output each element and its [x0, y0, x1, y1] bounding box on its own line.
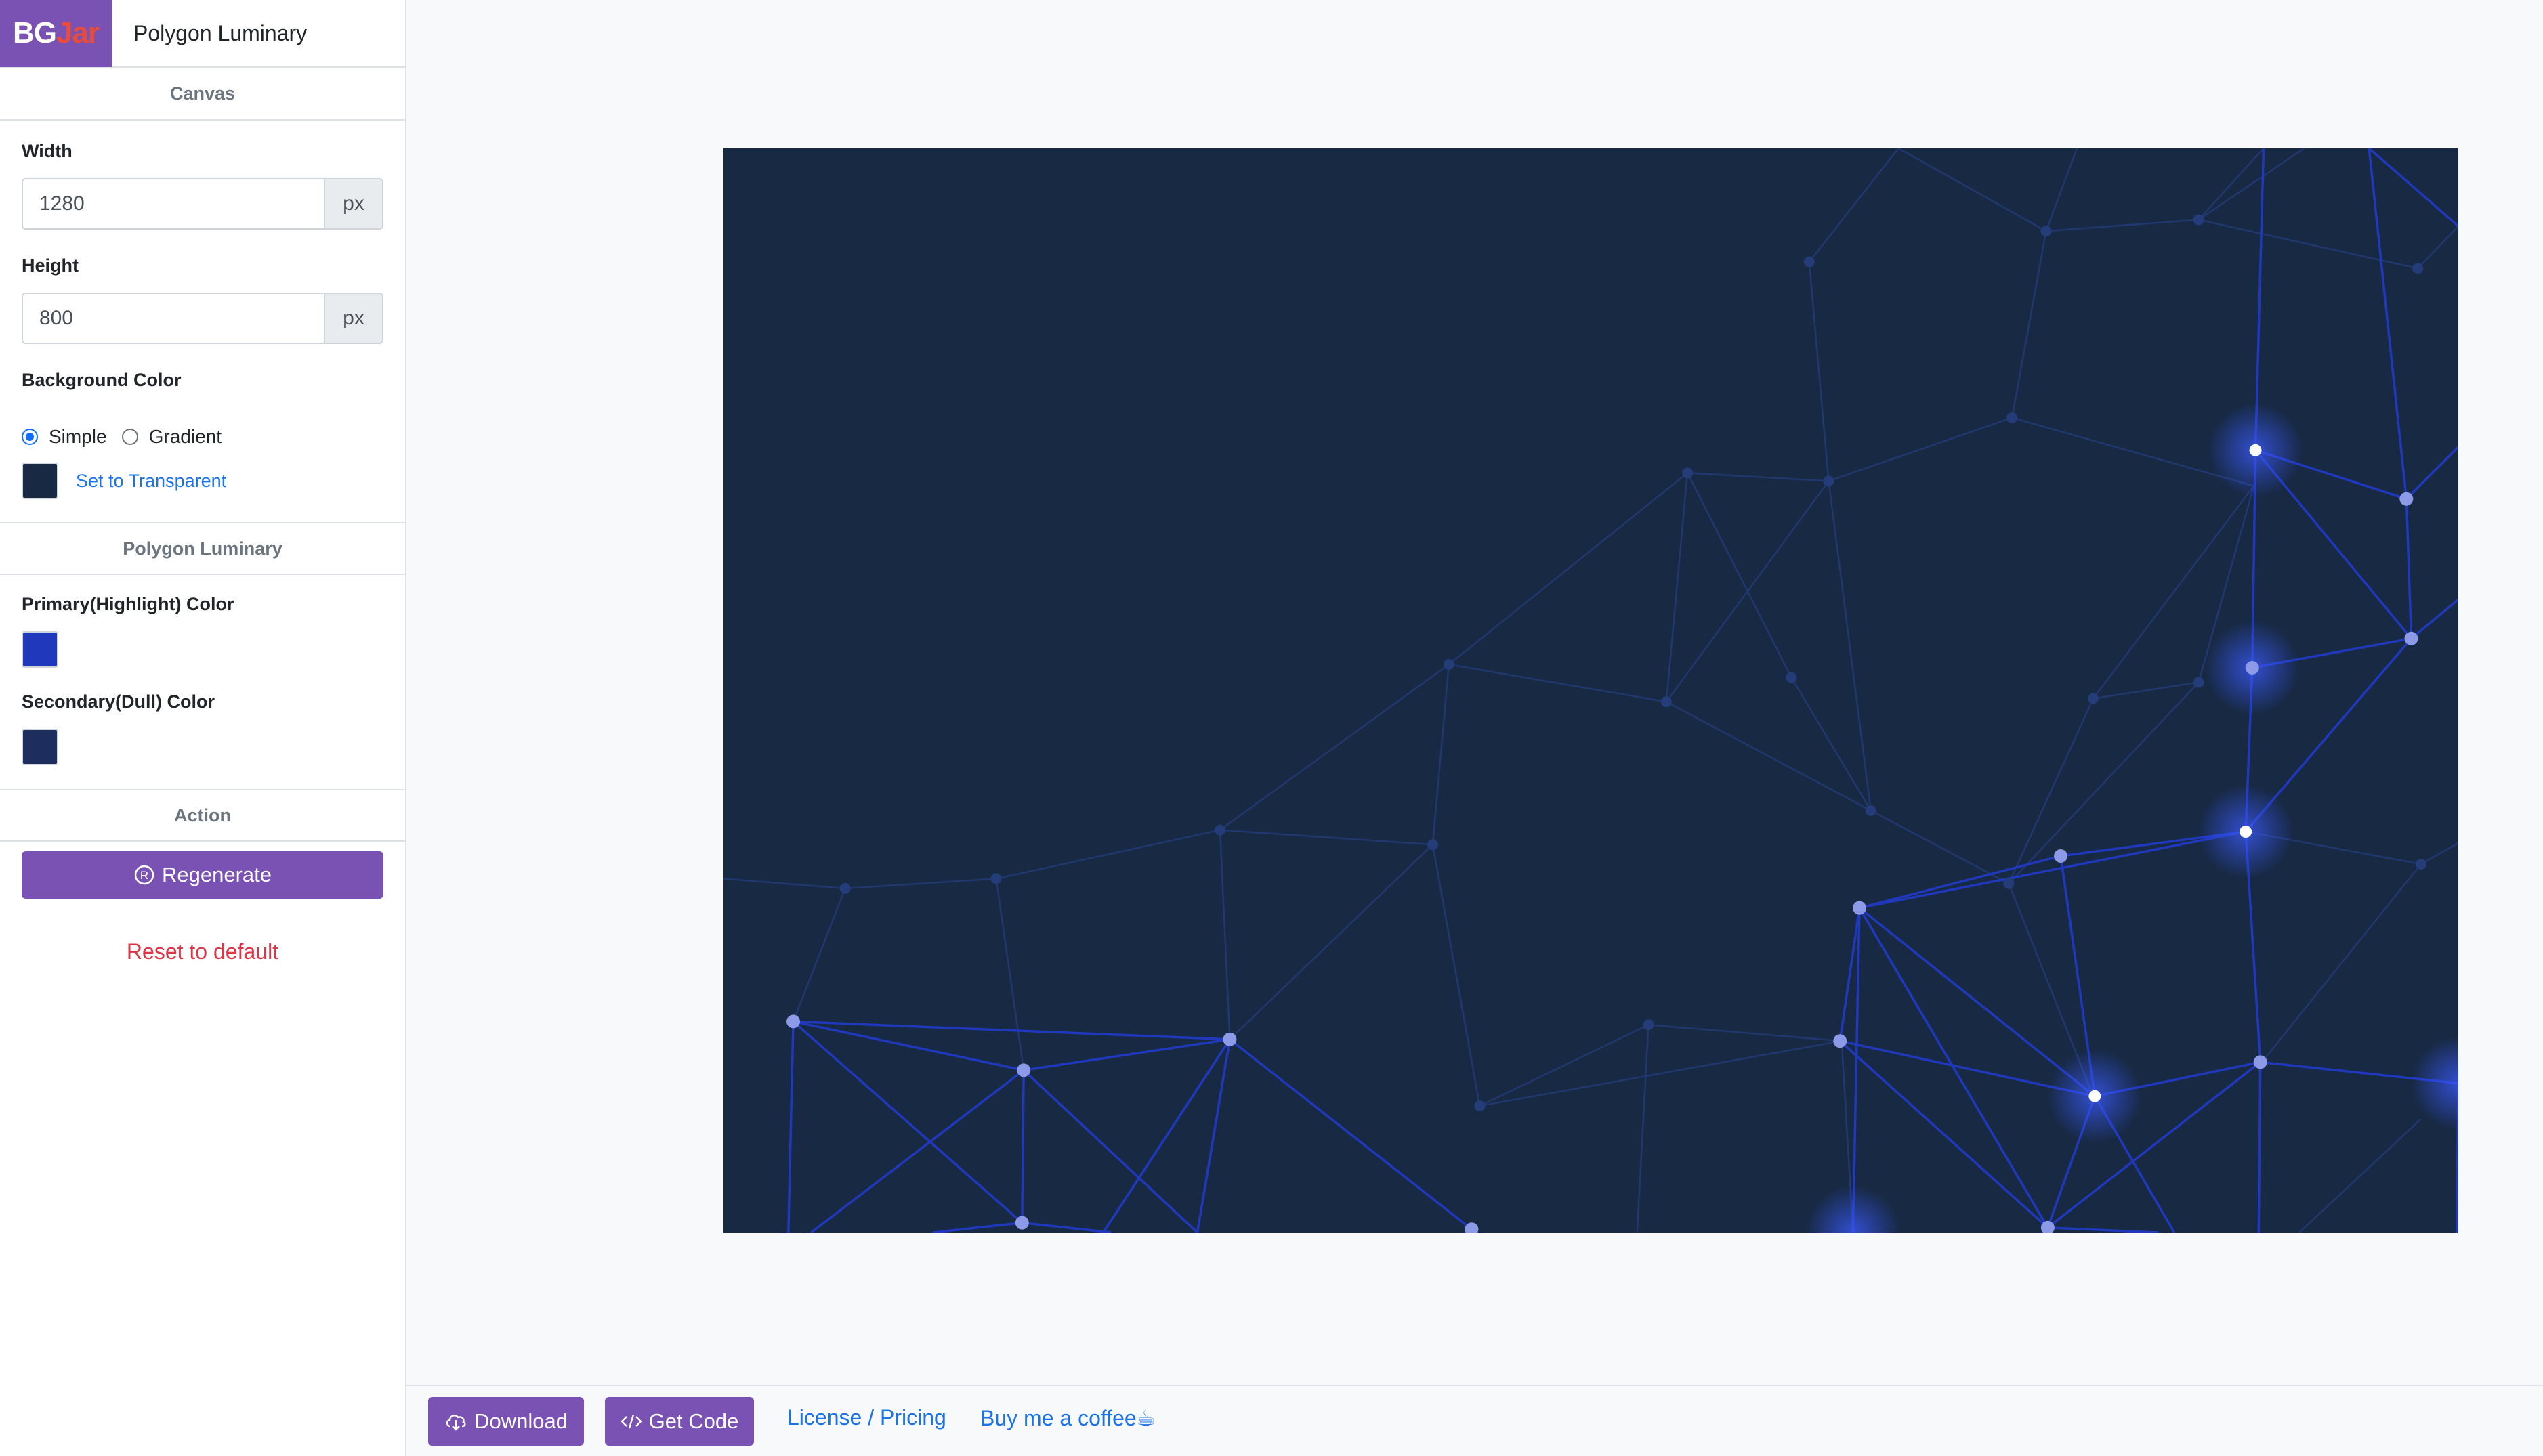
get-code-label: Get Code	[648, 1409, 739, 1433]
secondary-color-label: Secondary(Dull) Color	[22, 691, 215, 712]
width-label: Width	[22, 141, 72, 161]
license-pricing-link[interactable]: License / Pricing	[787, 1405, 946, 1430]
secondary-color-swatch[interactable]	[22, 729, 58, 765]
background-color-label: Background Color	[22, 370, 182, 390]
reset-to-default-link[interactable]: Reset to default	[0, 939, 405, 964]
polygon-luminary-section-header: Polygon Luminary	[0, 522, 405, 575]
primary-color-swatch[interactable]	[22, 631, 58, 668]
regenerate-icon: R	[134, 865, 154, 885]
logo[interactable]: BG Jar	[0, 0, 112, 67]
svg-text:R: R	[140, 869, 148, 882]
height-input-group: px	[22, 293, 383, 344]
background-color-swatch[interactable]	[22, 463, 58, 499]
code-icon	[620, 1414, 642, 1429]
cloud-download-icon	[446, 1415, 466, 1431]
width-input[interactable]	[23, 179, 324, 228]
logo-text-jar: Jar	[56, 16, 100, 49]
width-input-group: px	[22, 178, 383, 230]
buy-coffee-link[interactable]: Buy me a coffee☕	[980, 1405, 1156, 1431]
logo-text-bg: BG	[12, 16, 57, 49]
radio-simple[interactable]	[22, 429, 38, 445]
get-code-button[interactable]: Get Code	[605, 1397, 754, 1446]
regenerate-button[interactable]: R Regenerate	[22, 851, 383, 899]
download-button[interactable]: Download	[428, 1397, 584, 1446]
page-title: Polygon Luminary	[133, 20, 308, 45]
canvas-section-header: Canvas	[0, 68, 405, 121]
radio-gradient-label: Gradient	[148, 426, 222, 447]
action-section-header: Action	[0, 789, 405, 842]
radio-simple-label: Simple	[49, 426, 107, 447]
background-mode-radio-group: Simple Gradient	[0, 426, 405, 448]
height-unit: px	[324, 294, 382, 343]
background-color-row: Set to Transparent	[0, 463, 405, 499]
download-label: Download	[474, 1409, 568, 1433]
height-label: Height	[22, 255, 79, 276]
regenerate-label: Regenerate	[161, 863, 272, 886]
sidebar: BGJar Polygon Luminary Canvas Width px H…	[0, 0, 406, 1456]
polygon-luminary-pattern	[723, 148, 2458, 1233]
pattern-preview-canvas	[723, 148, 2458, 1233]
brand-row: BG Jar Polygon Luminary	[0, 0, 405, 68]
width-unit: px	[324, 179, 382, 228]
set-transparent-link[interactable]: Set to Transparent	[76, 471, 226, 492]
bottom-toolbar: Download Get Code License / Pricing Buy …	[406, 1385, 2543, 1456]
height-input[interactable]	[23, 294, 324, 343]
primary-color-label: Primary(Highlight) Color	[22, 594, 234, 614]
radio-gradient[interactable]	[121, 429, 138, 445]
